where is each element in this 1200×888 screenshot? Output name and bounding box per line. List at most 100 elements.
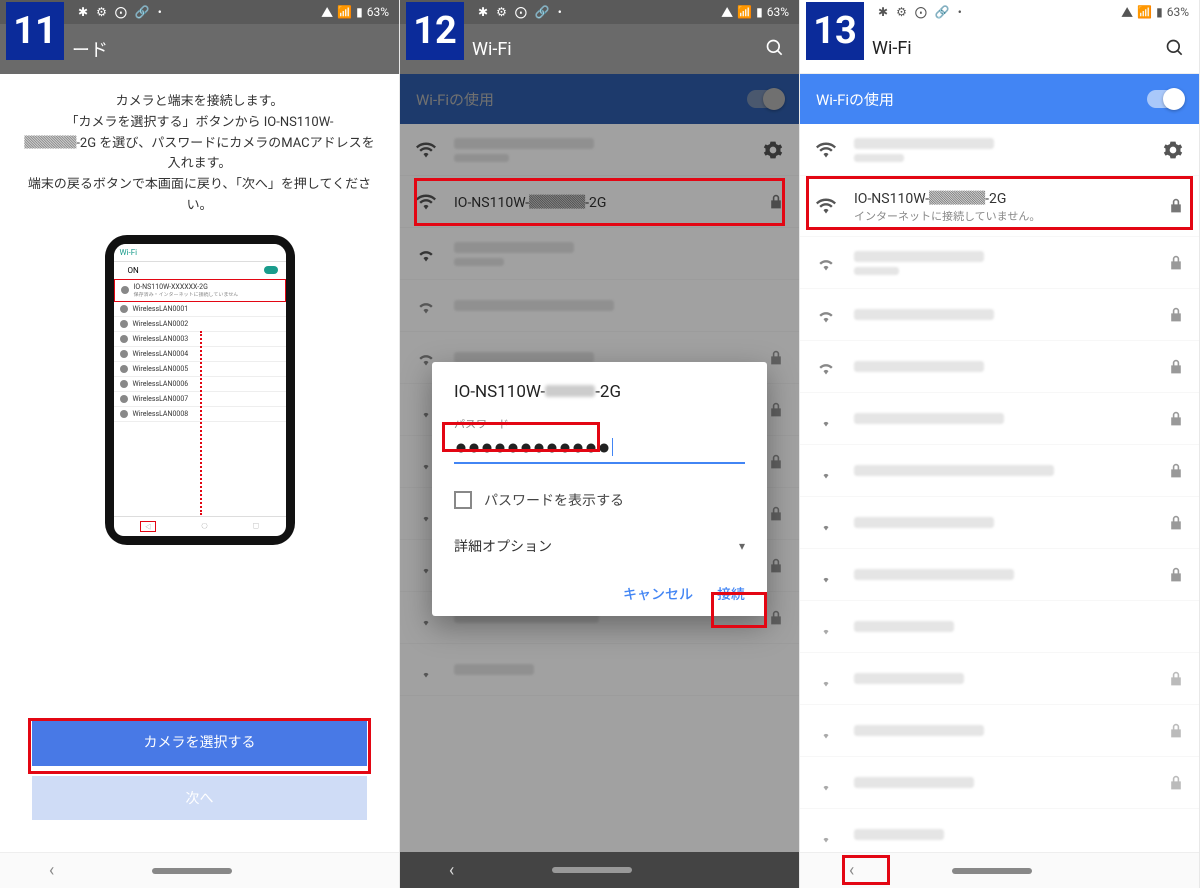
- lock-icon: [769, 558, 783, 574]
- lock-icon: [1169, 723, 1183, 739]
- wifi-switch-on[interactable]: [747, 90, 783, 108]
- wifi-icon: [416, 297, 436, 315]
- step-badge-12: 12: [406, 2, 464, 60]
- wifi-ssid-subtitle: インターネットに接続していません。: [854, 208, 1151, 224]
- dialog-title: IO-NS110W--2G: [454, 382, 745, 402]
- cancel-button[interactable]: キャンセル: [623, 584, 693, 604]
- wifi-item[interactable]: [800, 497, 1199, 549]
- frame-13: 13 ✱⚙⨀🔗• ▲📶▮63% Wi-Fi Wi-Fiの使用 IO-NS110W…: [800, 0, 1200, 888]
- wifi-icon: [816, 566, 836, 584]
- wifi-item-target[interactable]: IO-NS110W-▓▓▓▓-2G: [400, 176, 799, 228]
- connect-button[interactable]: 接続: [717, 584, 745, 604]
- lock-icon: [1169, 567, 1183, 583]
- wifi-use-toggle-row[interactable]: Wi-Fiの使用: [400, 74, 799, 124]
- nav-home-pill[interactable]: [952, 868, 1032, 874]
- wifi-item[interactable]: [800, 237, 1199, 289]
- wifi-item[interactable]: [800, 549, 1199, 601]
- step-badge-11: 11: [6, 2, 64, 60]
- instruction-text: カメラと端末を接続します。 「カメラを選択する」ボタンから IO-NS110W-…: [22, 92, 377, 217]
- select-camera-button[interactable]: カメラを選択する: [32, 718, 367, 766]
- app-bar-title: Wi-Fi: [872, 38, 912, 59]
- lock-icon: [769, 194, 783, 210]
- lock-icon: [1169, 515, 1183, 531]
- list-item: WirelessLAN0002: [114, 317, 286, 332]
- lock-icon: [1169, 775, 1183, 791]
- wifi-item[interactable]: [800, 124, 1199, 176]
- wifi-item-target-connected[interactable]: IO-NS110W-▓▓▓▓-2G インターネットに接続していません。: [800, 176, 1199, 237]
- wifi-item[interactable]: [800, 653, 1199, 705]
- wifi-item[interactable]: [800, 445, 1199, 497]
- wifi-icon: [416, 245, 436, 263]
- checkbox-icon: [454, 491, 472, 509]
- nav-home-pill[interactable]: [552, 867, 632, 873]
- search-icon[interactable]: [1165, 38, 1185, 63]
- wifi-ssid-label: IO-NS110W-▓▓▓▓-2G: [454, 195, 606, 211]
- lock-icon: [1169, 198, 1183, 214]
- wifi-item[interactable]: [800, 289, 1199, 341]
- wifi-item[interactable]: [400, 280, 799, 332]
- wifi-item[interactable]: [800, 393, 1199, 445]
- mock-wifi-toggle: ON: [114, 262, 286, 279]
- mock-wifi-header: Wi-Fi: [114, 244, 286, 262]
- wifi-item[interactable]: [400, 228, 799, 280]
- lock-icon: [769, 402, 783, 418]
- body: カメラと端末を接続します。 「カメラを選択する」ボタンから IO-NS110W-…: [0, 74, 399, 852]
- frame-11: 11 ✱⚙⨀🔗• ▲📶▮63% ード カメラと端末を接続します。 「カメラを選択…: [0, 0, 400, 888]
- password-dialog: IO-NS110W--2G パスワード ●●●●●●●●●●●● パスワードを表…: [432, 362, 767, 616]
- nav-back-icon[interactable]: ‹: [49, 860, 54, 881]
- wifi-icon: [816, 722, 836, 740]
- lock-icon: [769, 350, 783, 366]
- navigation-bar: ‹: [0, 852, 399, 888]
- dotted-guide-line: [200, 331, 202, 515]
- wifi-use-toggle-row[interactable]: Wi-Fiの使用: [800, 74, 1199, 124]
- wifi-item[interactable]: [800, 601, 1199, 653]
- password-label: パスワード: [454, 416, 745, 432]
- wifi-icon: [816, 826, 836, 844]
- wifi-icon: [816, 618, 836, 636]
- gear-icon[interactable]: [1163, 140, 1183, 160]
- nav-home-pill[interactable]: [152, 868, 232, 874]
- show-password-checkbox[interactable]: パスワードを表示する: [454, 490, 745, 510]
- wifi-icon: [816, 410, 836, 428]
- wifi-icon: [816, 141, 836, 159]
- wifi-icon: [816, 514, 836, 532]
- wifi-item[interactable]: [800, 757, 1199, 809]
- search-icon[interactable]: [765, 38, 785, 63]
- lock-icon: [769, 506, 783, 522]
- wifi-ssid-label: IO-NS110W-▓▓▓▓-2G: [854, 188, 1151, 208]
- lock-icon: [769, 610, 783, 626]
- wifi-use-label: Wi-Fiの使用: [816, 89, 894, 110]
- advanced-options[interactable]: 詳細オプション ▾: [454, 536, 745, 556]
- body: Wi-Fiの使用 IO-NS110W-▓▓▓▓-2G: [400, 74, 799, 852]
- wifi-use-label: Wi-Fiの使用: [416, 89, 494, 110]
- nav-back-icon[interactable]: ‹: [849, 860, 854, 881]
- frame-12: 12 ✱⚙⨀🔗• ▲📶▮63% Wi-Fi Wi-Fiの使用 IO-NS110W…: [400, 0, 800, 888]
- wifi-item-current[interactable]: [400, 124, 799, 176]
- wifi-icon: [816, 774, 836, 792]
- gear-icon[interactable]: [763, 140, 783, 160]
- navigation-bar: ‹: [800, 852, 1199, 888]
- wifi-icon: [816, 197, 836, 215]
- wifi-item[interactable]: [800, 705, 1199, 757]
- app-bar-title: Wi-Fi: [472, 39, 512, 60]
- wifi-switch-on[interactable]: [1147, 90, 1183, 108]
- phone-mockup: Wi-Fi ON IO-NS110W-XXXXXX-2G 保存済み・インターネッ…: [105, 235, 295, 545]
- list-item: WirelessLAN0001: [114, 302, 286, 317]
- lock-icon: [769, 454, 783, 470]
- wifi-icon: [816, 358, 836, 376]
- nav-back-icon[interactable]: ‹: [449, 860, 454, 881]
- wifi-icon: [416, 141, 436, 159]
- chevron-down-icon: ▾: [739, 539, 745, 553]
- wifi-item[interactable]: [400, 644, 799, 696]
- mock-target-row: IO-NS110W-XXXXXX-2G 保存済み・インターネットに接続していませ…: [114, 279, 286, 302]
- next-button[interactable]: 次へ: [32, 776, 367, 820]
- status-icons-right: ▲📶▮63%: [321, 4, 389, 21]
- lock-icon: [1169, 671, 1183, 687]
- app-bar-title: ード: [72, 36, 108, 62]
- wifi-icon: [416, 193, 436, 211]
- lock-icon: [1169, 463, 1183, 479]
- wifi-item[interactable]: [800, 341, 1199, 393]
- wifi-item[interactable]: [800, 809, 1199, 852]
- lock-icon: [1169, 255, 1183, 271]
- password-input[interactable]: ●●●●●●●●●●●●: [454, 432, 745, 464]
